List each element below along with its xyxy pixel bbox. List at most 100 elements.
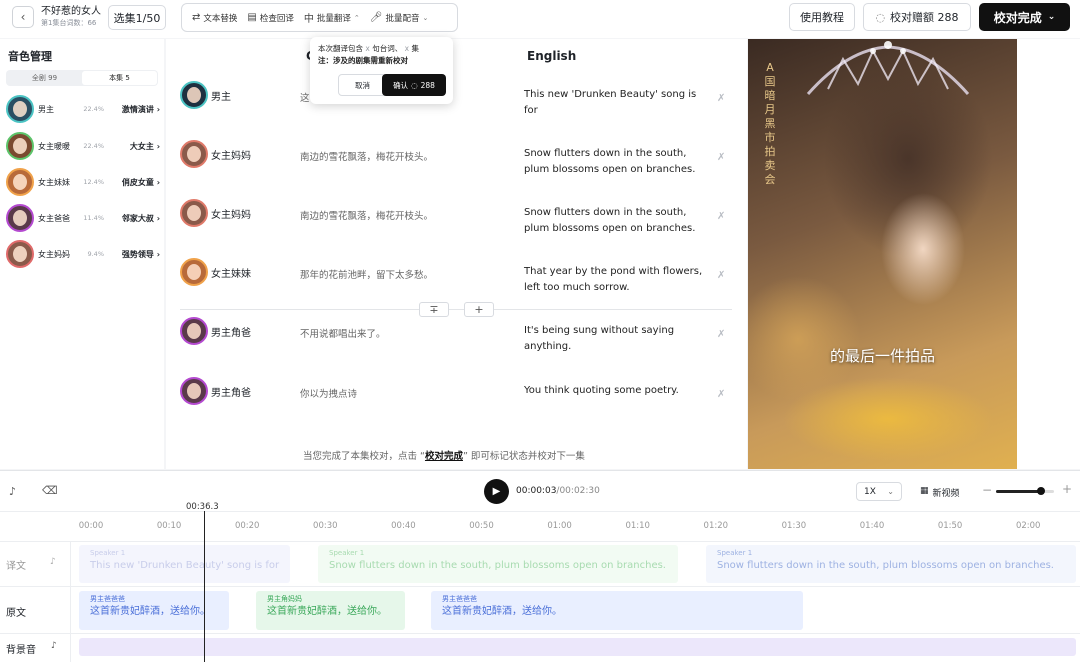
source-clip[interactable]: 男主爸爸爸 这首新贵妃醉酒，送给你。 bbox=[431, 591, 803, 630]
script-row[interactable]: 男主角爸 不用说都唱出来了。 It's being sung without s… bbox=[166, 315, 747, 371]
clip-speaker: 男主爸爸爸 bbox=[442, 595, 477, 603]
check-backtranslation-label: 检查回译 bbox=[259, 13, 294, 24]
voice-name: 女主妈妈 bbox=[38, 249, 70, 259]
zoom-slider[interactable] bbox=[996, 487, 1054, 495]
speaker-name[interactable]: 女主妹妹 bbox=[211, 265, 251, 280]
playhead[interactable] bbox=[204, 511, 205, 662]
voice-style[interactable]: 邻家大叔 › bbox=[122, 213, 160, 224]
voice-item[interactable]: 女主爸爸 11.4% 邻家大叔 › bbox=[6, 203, 160, 233]
avatar bbox=[180, 140, 208, 168]
source-text[interactable]: 南边的雪花飘落，梅花开枝头。 bbox=[300, 149, 500, 163]
popover-cancel-button[interactable]: 取消 bbox=[338, 74, 387, 96]
speed-select[interactable]: 1X ⌄ bbox=[856, 482, 902, 501]
voice-item[interactable]: 女主暖暖 22.4% 大女主 › bbox=[6, 131, 160, 161]
batch-translate-tool[interactable]: 中 批量翻译 ⌃ bbox=[304, 10, 360, 26]
time-tick-label: 01:50 bbox=[937, 521, 963, 531]
play-button[interactable]: ▶ bbox=[484, 479, 509, 504]
voice-item[interactable]: 男主 22.4% 激情演讲 › bbox=[6, 94, 160, 124]
batch-dub-tool[interactable]: 🎤︎ 批量配音 ⌄ bbox=[370, 12, 429, 24]
translation-text[interactable]: Snow flutters down in the south, plum bl… bbox=[524, 146, 706, 178]
popover-note: 注：涉及的剧集需重新校对 bbox=[318, 56, 408, 65]
mic-off-icon[interactable]: ✗ bbox=[717, 211, 725, 222]
proofread-done-button[interactable]: 校对完成 ⌄ bbox=[979, 3, 1070, 31]
proofread-done-link[interactable]: 校对完成 bbox=[425, 451, 463, 462]
voice-management-panel: 音色管理 全剧 99 本集 5 男主 22.4% 激情演讲 › 女主暖暖 22.… bbox=[0, 39, 164, 469]
speaker-name[interactable]: 男主角爸 bbox=[211, 384, 251, 399]
voice-item[interactable]: 女主妹妹 12.4% 俏皮女童 › bbox=[6, 167, 160, 197]
check-icon: ▤ bbox=[247, 12, 257, 23]
trash-icon[interactable]: ⌫ bbox=[42, 484, 58, 497]
source-text[interactable]: 不用说都唱出来了。 bbox=[300, 326, 500, 340]
script-row[interactable]: 女主妈妈 南边的雪花飘落，梅花开枝头。 Snow flutters down i… bbox=[166, 197, 747, 253]
avatar bbox=[6, 240, 34, 268]
zoom-in-icon[interactable]: + bbox=[1062, 482, 1072, 496]
tab-whole-drama[interactable]: 全剧 99 bbox=[7, 71, 82, 85]
episode-select[interactable]: 选集1/50 bbox=[108, 5, 166, 30]
voice-style[interactable]: 强势领导 › bbox=[122, 249, 160, 260]
back-button[interactable]: ‹ bbox=[12, 6, 34, 28]
script-row[interactable]: 女主妹妹 那年的花前池畔，留下太多愁。 That year by the pon… bbox=[166, 256, 747, 312]
voice-style[interactable]: 俏皮女童 › bbox=[122, 177, 160, 188]
mic-off-icon[interactable]: ✗ bbox=[717, 270, 725, 281]
speaker-name[interactable]: 女主妈妈 bbox=[211, 206, 251, 221]
translation-clip[interactable]: Speaker 1 Snow flutters down in the sout… bbox=[318, 545, 678, 583]
chevron-down-icon: ⌄ bbox=[422, 13, 429, 22]
text-replace-tool[interactable]: ⇄ 文本替换 bbox=[192, 12, 237, 24]
source-clip[interactable]: 男主爸爸爸 这首新贵妃醉酒，送给你。 bbox=[79, 591, 229, 630]
speaker-name[interactable]: 女主妈妈 bbox=[211, 147, 251, 162]
translation-clip[interactable]: Speaker 1 This new 'Drunken Beauty' song… bbox=[79, 545, 290, 583]
mic-off-icon[interactable]: ✗ bbox=[717, 329, 725, 340]
tab-this-episode[interactable]: 本集 5 bbox=[82, 71, 157, 85]
row-divider bbox=[180, 309, 732, 310]
batch-translate-popover: 本次翻译包含 x 句台词、 x 集 注：涉及的剧集需重新校对 取消 确认 ◌ 2… bbox=[310, 37, 453, 104]
top-bar: ‹ 不好惹的女人 第1集台词数：66 选集1/50 ⇄ 文本替换 ▤ 检查回译 … bbox=[0, 0, 1080, 38]
playhead-time: 00:36.3 bbox=[186, 502, 219, 512]
script-row[interactable]: 男主角爸 你以为拽点诗 You think quoting some poetr… bbox=[166, 375, 747, 431]
time-tick-label: 00:40 bbox=[391, 521, 416, 531]
clip-speaker: 男主角妈妈 bbox=[267, 595, 302, 603]
translation-text[interactable]: You think quoting some poetry. bbox=[524, 383, 706, 399]
translation-text[interactable]: This new 'Drunken Beauty' song is for bbox=[524, 87, 706, 119]
translation-clip[interactable]: Speaker 1 Snow flutters down in the sout… bbox=[706, 545, 1076, 583]
clip-text: 这首新贵妃醉酒，送给你。 bbox=[90, 606, 210, 617]
clip-text: This new 'Drunken Beauty' song is for bbox=[90, 560, 280, 571]
volume-icon[interactable]: ♪ bbox=[51, 641, 57, 651]
volume-icon[interactable]: ♪ bbox=[9, 485, 16, 498]
speaker-name[interactable]: 男主 bbox=[211, 88, 231, 103]
script-row[interactable]: 女主妈妈 南边的雪花飘落，梅花开枝头。 Snow flutters down i… bbox=[166, 138, 747, 194]
zoom-slider-handle[interactable] bbox=[1037, 487, 1046, 495]
proofread-credit-button[interactable]: ◌ 校对赠额 288 bbox=[863, 3, 971, 31]
new-video-toggle[interactable]: ▦ 新视频 bbox=[920, 486, 960, 499]
clip-speaker: Speaker 1 bbox=[717, 549, 753, 557]
source-text[interactable]: 那年的花前池畔，留下太多愁。 bbox=[300, 267, 500, 281]
script-row[interactable]: 男主 这 This new 'Drunken Beauty' song is f… bbox=[166, 79, 747, 135]
source-text[interactable]: 南边的雪花飘落，梅花开枝头。 bbox=[300, 208, 500, 222]
voice-item[interactable]: 女主妈妈 9.4% 强势领导 › bbox=[6, 239, 160, 269]
zoom-out-icon[interactable]: − bbox=[982, 483, 992, 497]
popover-confirm-button[interactable]: 确认 ◌ 288 bbox=[382, 74, 446, 96]
speaker-name[interactable]: 男主角爸 bbox=[211, 324, 251, 339]
source-clip[interactable]: 男主角妈妈 这首新贵妃醉酒，送给你。 bbox=[256, 591, 405, 630]
translation-text[interactable]: Snow flutters down in the south, plum bl… bbox=[524, 205, 706, 237]
volume-icon[interactable]: ♪ bbox=[50, 557, 56, 567]
mic-off-icon[interactable]: ✗ bbox=[717, 389, 725, 400]
current-time: 00:00:03 bbox=[516, 486, 557, 496]
mic-off-icon[interactable]: ✗ bbox=[717, 93, 725, 104]
popover-message: 本次翻译包含 x 句台词、 x 集 注：涉及的剧集需重新校对 bbox=[318, 43, 448, 67]
bgm-track[interactable] bbox=[79, 638, 1076, 656]
voice-style[interactable]: 大女主 › bbox=[130, 141, 160, 152]
english-column-header: English bbox=[527, 49, 577, 63]
translation-text[interactable]: That year by the pond with flowers, left… bbox=[524, 264, 706, 296]
translation-text[interactable]: It's being sung without saying anything. bbox=[524, 323, 706, 355]
check-backtranslation-tool[interactable]: ▤ 检查回译 bbox=[247, 12, 293, 24]
voice-panel-title: 音色管理 bbox=[8, 50, 52, 63]
video-preview[interactable]: A国暗月黑市拍卖会 的最后一件拍品 bbox=[748, 39, 1017, 469]
tutorial-button[interactable]: 使用教程 bbox=[789, 3, 855, 31]
confirm-label: 确认 bbox=[393, 80, 409, 90]
mic-off-icon[interactable]: ✗ bbox=[717, 152, 725, 163]
voice-style[interactable]: 激情演讲 › bbox=[122, 104, 160, 115]
translation-lane-label: 译文 bbox=[6, 561, 26, 572]
chevron-down-icon: ⌄ bbox=[887, 487, 894, 496]
source-text[interactable]: 你以为拽点诗 bbox=[300, 386, 500, 400]
avatar bbox=[180, 258, 208, 286]
